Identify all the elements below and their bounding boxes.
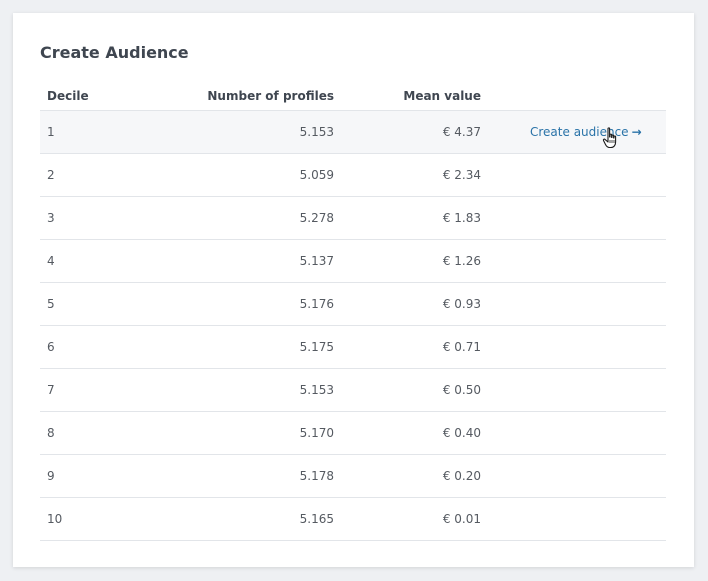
cell-decile: 9 (40, 454, 164, 498)
header-action (488, 81, 666, 111)
cell-mean: € 0.20 (341, 454, 488, 498)
cell-decile: 2 (40, 153, 164, 197)
cell-mean: € 2.34 (341, 153, 488, 197)
cell-decile: 3 (40, 196, 164, 240)
table-row[interactable]: 10 5.165 € 0.01 (40, 497, 666, 541)
table-row[interactable]: 1 5.153 € 4.37 Create audience → (40, 110, 666, 154)
card-title: Create Audience (40, 43, 189, 62)
cell-decile: 10 (40, 497, 164, 541)
hand-pointer-icon (602, 127, 617, 149)
cell-action: Create audience → (488, 110, 666, 154)
cell-profiles: 5.175 (164, 325, 341, 369)
arrow-right-icon: → (631, 125, 642, 139)
create-audience-link[interactable]: Create audience → (530, 125, 642, 149)
cell-profiles: 5.137 (164, 239, 341, 283)
cell-action (488, 497, 666, 541)
cell-action (488, 454, 666, 498)
decile-table: Decile Number of profiles Mean value 1 5… (40, 81, 666, 541)
cell-mean: € 1.26 (341, 239, 488, 283)
cell-mean: € 0.71 (341, 325, 488, 369)
cell-decile: 7 (40, 368, 164, 412)
table-row[interactable]: 5 5.176 € 0.93 (40, 282, 666, 326)
cell-profiles: 5.176 (164, 282, 341, 326)
cell-profiles: 5.059 (164, 153, 341, 197)
cell-mean: € 0.40 (341, 411, 488, 455)
cell-decile: 6 (40, 325, 164, 369)
cell-mean: € 1.83 (341, 196, 488, 240)
cell-profiles: 5.178 (164, 454, 341, 498)
table-row[interactable]: 6 5.175 € 0.71 (40, 325, 666, 369)
table-header-row: Decile Number of profiles Mean value (40, 81, 666, 111)
cell-mean: € 0.50 (341, 368, 488, 412)
cell-action (488, 153, 666, 197)
cell-profiles: 5.153 (164, 110, 341, 154)
header-profiles: Number of profiles (164, 81, 341, 111)
cell-action (488, 411, 666, 455)
header-decile: Decile (40, 81, 164, 111)
create-audience-card: Create Audience Decile Number of profile… (13, 13, 694, 567)
table-row[interactable]: 7 5.153 € 0.50 (40, 368, 666, 412)
cell-profiles: 5.278 (164, 196, 341, 240)
cell-profiles: 5.153 (164, 368, 341, 412)
cell-decile: 5 (40, 282, 164, 326)
cell-decile: 4 (40, 239, 164, 283)
cell-profiles: 5.170 (164, 411, 341, 455)
cell-profiles: 5.165 (164, 497, 341, 541)
cell-action (488, 196, 666, 240)
header-mean: Mean value (341, 81, 488, 111)
cell-mean: € 0.93 (341, 282, 488, 326)
cell-action (488, 325, 666, 369)
cell-decile: 8 (40, 411, 164, 455)
cell-mean: € 4.37 (341, 110, 488, 154)
table-row[interactable]: 9 5.178 € 0.20 (40, 454, 666, 498)
cell-mean: € 0.01 (341, 497, 488, 541)
cell-action (488, 282, 666, 326)
table-row[interactable]: 3 5.278 € 1.83 (40, 196, 666, 240)
table-row[interactable]: 2 5.059 € 2.34 (40, 153, 666, 197)
table-row[interactable]: 8 5.170 € 0.40 (40, 411, 666, 455)
table-row[interactable]: 4 5.137 € 1.26 (40, 239, 666, 283)
cell-action (488, 239, 666, 283)
cell-action (488, 368, 666, 412)
cell-decile: 1 (40, 110, 164, 154)
